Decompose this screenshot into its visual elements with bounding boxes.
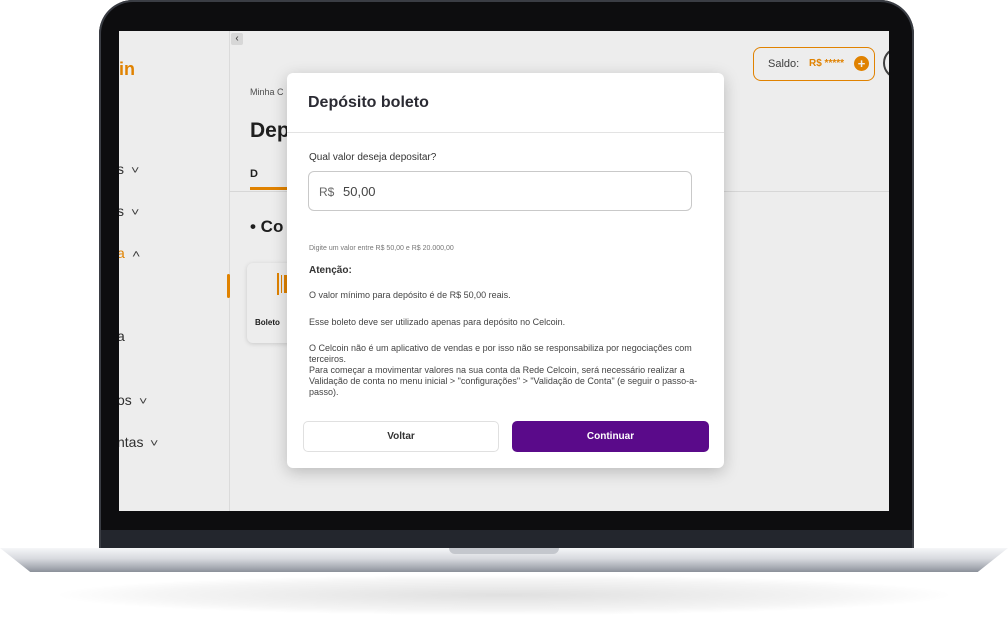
info-disclaimer: O Celcoin não é um aplicativo de vendas … bbox=[309, 343, 692, 364]
continue-button[interactable]: Continuar bbox=[512, 421, 709, 452]
info-validation: Para começar a movimentar valores na sua… bbox=[309, 365, 698, 397]
amount-hint: Digite um valor entre R$ 50,00 e R$ 20.0… bbox=[309, 245, 454, 252]
laptop-notch bbox=[449, 548, 559, 554]
amount-value: 50,00 bbox=[343, 184, 376, 199]
app: in s ˅ s ˅ a ˄ a os ˅ ntas ˅ ‹ Minha C Dep D • Co bbox=[119, 31, 889, 511]
info-minimum: O valor mínimo para depósito é de R$ 50,… bbox=[309, 290, 511, 300]
modal-title: Depósito boleto bbox=[308, 94, 429, 111]
currency-prefix: R$ bbox=[319, 185, 335, 199]
laptop-shadow bbox=[60, 575, 948, 615]
info-usage: Esse boleto deve ser utilizado apenas pa… bbox=[309, 317, 566, 327]
screen: in s ˅ s ˅ a ˄ a os ˅ ntas ˅ ‹ Minha C Dep D • Co bbox=[119, 31, 889, 511]
deposit-modal: Depósito boleto Qual valor deseja deposi… bbox=[287, 73, 724, 468]
amount-label: Qual valor deseja depositar? bbox=[309, 152, 437, 163]
attention-heading: Atenção: bbox=[309, 265, 352, 276]
back-button[interactable]: Voltar bbox=[303, 421, 499, 452]
modal-divider bbox=[287, 132, 724, 133]
amount-input[interactable]: R$ 50,00 bbox=[308, 171, 692, 211]
